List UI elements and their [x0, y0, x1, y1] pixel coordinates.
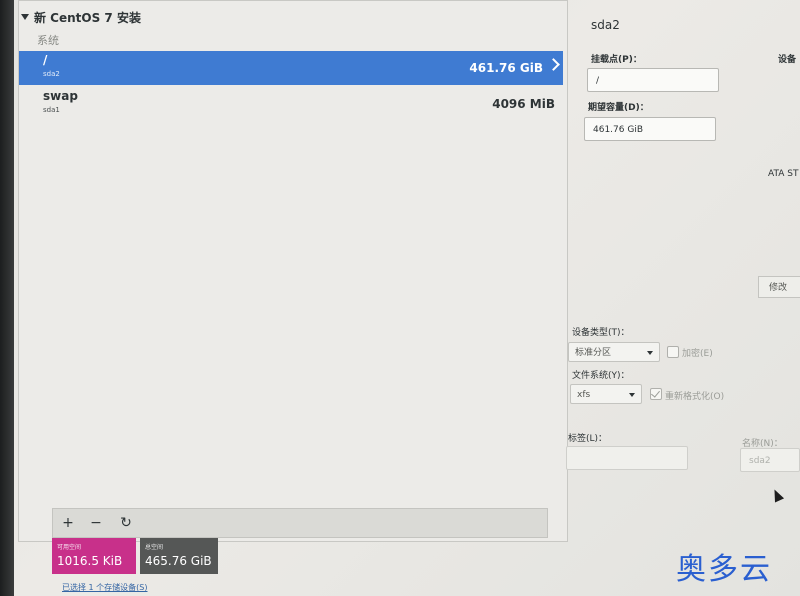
encrypt-label: 加密(E)	[682, 349, 713, 359]
partition-row-root[interactable]: / sda2 461.76 GiB	[19, 51, 563, 85]
chevron-right-icon	[547, 58, 560, 71]
partition-mount: swap	[43, 89, 78, 103]
partition-device: sda1	[43, 106, 60, 114]
device-label: 设备	[778, 55, 797, 65]
partition-mount: /	[43, 53, 48, 67]
partition-size: 461.76 GiB	[469, 61, 543, 75]
device-type-select[interactable]: 标准分区	[568, 342, 660, 362]
partition-toolbar: + − ↻	[52, 508, 548, 538]
remove-partition-button[interactable]: −	[83, 512, 109, 534]
monitor-bezel	[0, 0, 14, 596]
name-input[interactable]: sda2	[740, 448, 800, 472]
chevron-down-icon	[629, 393, 635, 397]
watermark-logo: 奥多云	[676, 552, 772, 587]
total-space-label: 总空间	[145, 544, 164, 551]
refresh-icon[interactable]: ↻	[113, 512, 139, 534]
total-space-badge: 总空间 465.76 GiB	[140, 538, 218, 574]
chevron-down-icon	[647, 351, 653, 355]
device-type-value: 标准分区	[575, 348, 612, 358]
ata-device-text: ATA ST	[768, 169, 799, 179]
selected-devices-link[interactable]: 已选择 1 个存储设备(S)	[62, 582, 148, 593]
add-partition-button[interactable]: +	[55, 512, 81, 534]
label-field-label: 标签(L)：	[568, 434, 608, 444]
collapse-triangle-icon[interactable]	[21, 14, 29, 20]
partition-list-panel: 新 CentOS 7 安装 系统 / sda2 461.76 GiB swap …	[18, 0, 568, 542]
mount-point-label: 挂载点(P)：	[591, 55, 642, 65]
desired-capacity-label: 期望容量(D)：	[588, 103, 649, 113]
available-space-badge: 可用空间 1016.5 KiB	[52, 538, 136, 574]
system-group-label: 系统	[37, 34, 59, 47]
partition-title: sda2	[591, 18, 620, 32]
reformat-checkbox[interactable]	[650, 388, 662, 400]
mount-point-input[interactable]: /	[587, 68, 719, 92]
reformat-label: 重新格式化(O)	[665, 392, 725, 402]
filesystem-value: xfs	[577, 390, 591, 400]
installation-title: 新 CentOS 7 安装	[34, 11, 141, 25]
label-input[interactable]	[566, 446, 688, 470]
encrypt-checkbox[interactable]	[667, 346, 679, 358]
installation-header[interactable]: 新 CentOS 7 安装	[21, 9, 141, 26]
filesystem-select[interactable]: xfs	[570, 384, 642, 404]
total-space-value: 465.76 GiB	[145, 554, 212, 568]
partition-device: sda2	[43, 70, 60, 78]
device-type-label: 设备类型(T)：	[572, 328, 630, 338]
available-space-label: 可用空间	[57, 544, 82, 551]
desired-capacity-input[interactable]: 461.76 GiB	[584, 117, 716, 141]
partition-size: 4096 MiB	[492, 97, 555, 111]
modify-button[interactable]: 修改	[758, 276, 800, 298]
filesystem-label: 文件系统(Y)：	[572, 371, 630, 381]
partition-row-swap[interactable]: swap sda1 4096 MiB	[19, 87, 563, 121]
available-space-value: 1016.5 KiB	[57, 554, 123, 568]
